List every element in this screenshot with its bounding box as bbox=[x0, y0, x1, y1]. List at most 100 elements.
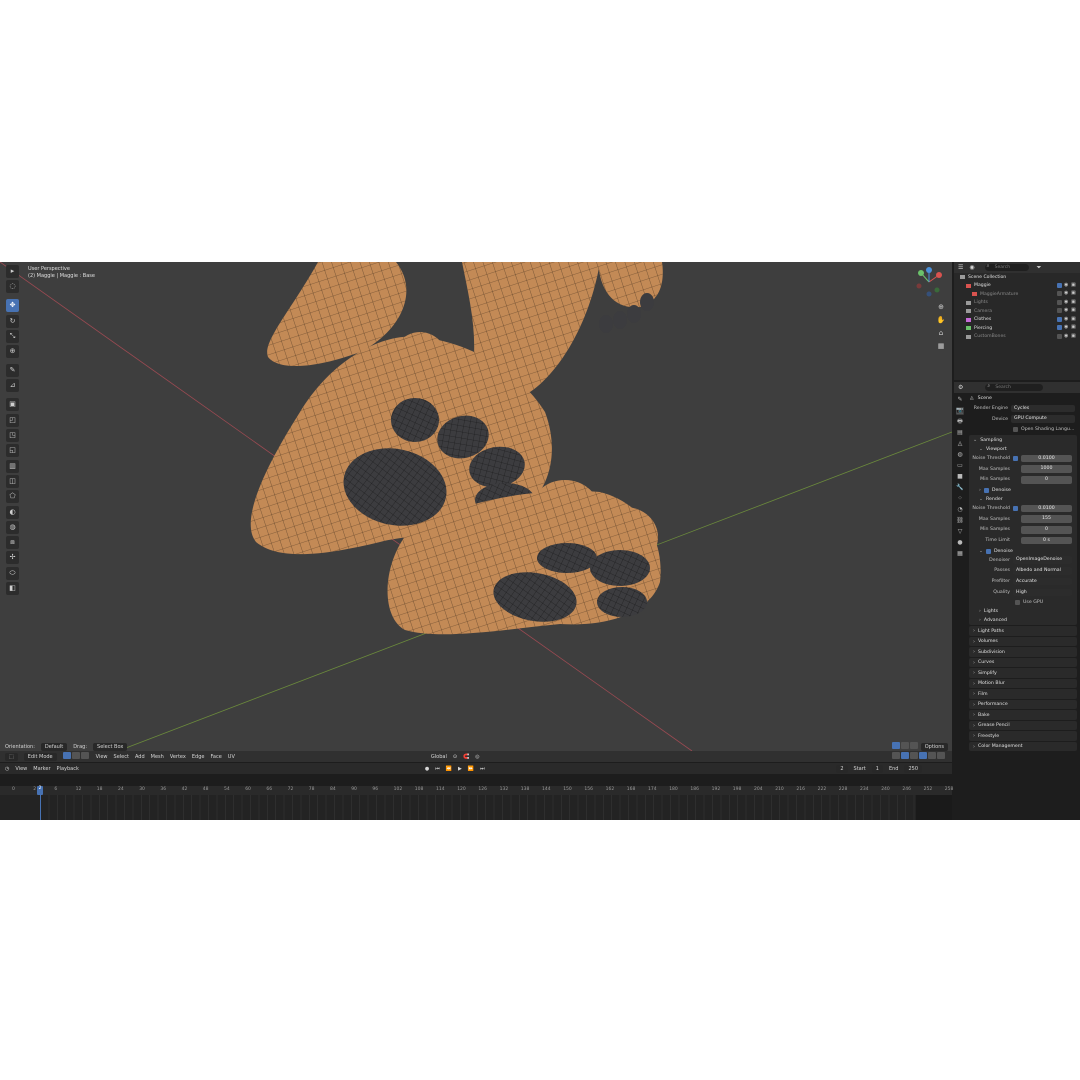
lights-subpanel[interactable]: Lights bbox=[969, 607, 1077, 616]
snap-icon[interactable]: 🧲 bbox=[463, 754, 469, 760]
frame-ruler[interactable]: 0 2 6 12 18 24 30 36 42 48 54 60 66 72 78 84 90 96 102 108 1… bbox=[0, 786, 953, 795]
constraints-tab-icon[interactable]: ⛓ bbox=[956, 517, 964, 525]
zoom-icon[interactable]: ⊕ bbox=[936, 302, 946, 312]
denoiser-dropdown[interactable]: OpenImageDenoise bbox=[1013, 556, 1072, 564]
property-panel-header[interactable]: Volumes bbox=[969, 637, 1077, 647]
vp-noise-checkbox[interactable] bbox=[1013, 455, 1018, 461]
drag-dropdown[interactable]: Select Box bbox=[93, 742, 128, 751]
shear-icon[interactable]: ⬭ bbox=[6, 566, 19, 580]
shrink-fatten-icon[interactable]: ✢ bbox=[6, 551, 19, 565]
property-panel-header[interactable]: Color Management bbox=[969, 742, 1077, 752]
sampling-panel-header[interactable]: Sampling bbox=[969, 435, 1077, 445]
spin-icon[interactable]: ◐ bbox=[6, 505, 19, 519]
render-visibility-icon[interactable]: ▣ bbox=[1071, 308, 1076, 313]
material-tab-icon[interactable]: ● bbox=[956, 539, 964, 547]
property-panel-header[interactable]: Motion Blur bbox=[969, 679, 1077, 689]
quality-dropdown[interactable]: High bbox=[1013, 588, 1072, 596]
device-dropdown[interactable]: GPU Compute bbox=[1011, 415, 1075, 423]
include-checkbox[interactable] bbox=[1057, 325, 1062, 330]
extrude-icon[interactable]: ◰ bbox=[6, 413, 19, 427]
r-denoise-subpanel[interactable]: Denoise bbox=[969, 547, 1077, 556]
menu-edge[interactable]: Edge bbox=[192, 754, 205, 760]
outliner-item[interactable]: Scene Collection bbox=[954, 273, 1080, 282]
material-shading-icon[interactable] bbox=[928, 752, 936, 759]
menu-uv[interactable]: UV bbox=[228, 754, 235, 760]
transform-icon[interactable]: ⊕ bbox=[6, 345, 19, 359]
options-dropdown[interactable]: Options bbox=[920, 742, 948, 751]
property-panel-header[interactable]: Subdivision bbox=[969, 647, 1077, 657]
menu-select[interactable]: Select bbox=[114, 754, 129, 760]
outliner-item[interactable]: CustomBones ◉ ▣ bbox=[954, 333, 1080, 342]
timeline-menu-playback[interactable]: Playback bbox=[57, 766, 79, 772]
outliner-item[interactable]: Piercing ◉ ▣ bbox=[954, 324, 1080, 333]
render-visibility-icon[interactable]: ▣ bbox=[1071, 282, 1076, 288]
timeline-area[interactable]: 0 2 6 12 18 24 30 36 42 48 54 60 66 72 78 84 90 96 102 108 1… bbox=[0, 786, 953, 820]
use-gpu-checkbox[interactable] bbox=[1015, 600, 1020, 606]
property-panel-header[interactable]: Bake bbox=[969, 710, 1077, 720]
r-time-field[interactable]: 0 s bbox=[1021, 536, 1072, 545]
add-cube-icon[interactable]: ▣ bbox=[6, 398, 19, 412]
perspective-toggle-icon[interactable]: ▦ bbox=[936, 341, 946, 351]
camera-view-icon[interactable]: ⌂ bbox=[936, 328, 946, 338]
eye-icon[interactable]: ◉ bbox=[1064, 282, 1069, 288]
object-tab-icon[interactable]: ■ bbox=[956, 473, 964, 481]
particles-tab-icon[interactable]: ⁘ bbox=[956, 495, 964, 503]
vp-denoise-subpanel[interactable]: Denoise bbox=[969, 486, 1077, 495]
annotate-icon[interactable]: ✎ bbox=[6, 364, 19, 378]
outliner-item[interactable]: Lights ◉ ▣ bbox=[954, 299, 1080, 308]
property-panel-header[interactable]: Performance bbox=[969, 700, 1077, 710]
proportional-icon[interactable]: ◎ bbox=[475, 754, 479, 760]
prefilter-dropdown[interactable]: Accurate bbox=[1013, 577, 1072, 586]
jump-end-icon[interactable]: ⏭ bbox=[480, 766, 485, 772]
current-frame-field[interactable]: 2 bbox=[836, 764, 848, 773]
property-panel-header[interactable]: Film bbox=[969, 689, 1077, 699]
include-checkbox[interactable] bbox=[1057, 282, 1062, 288]
world-tab-icon[interactable]: ◍ bbox=[956, 451, 964, 459]
collection-tab-icon[interactable]: ▭ bbox=[956, 462, 964, 470]
properties-search-input[interactable]: Search bbox=[985, 383, 1044, 391]
property-panel-header[interactable]: Freestyle bbox=[969, 731, 1077, 741]
cursor-icon[interactable]: ▸ bbox=[6, 265, 19, 278]
knife-icon[interactable]: ◫ bbox=[6, 474, 19, 488]
include-checkbox[interactable] bbox=[1057, 316, 1062, 322]
smooth-icon[interactable]: ◍ bbox=[6, 520, 19, 534]
render-engine-dropdown[interactable]: Cycles bbox=[1011, 404, 1075, 413]
editor-type-icon[interactable]: ⬚ bbox=[5, 752, 18, 761]
face-select-icon[interactable] bbox=[80, 752, 89, 759]
render-visibility-icon[interactable]: ▣ bbox=[1071, 291, 1076, 296]
viewport-subpanel-header[interactable]: Viewport bbox=[969, 445, 1077, 454]
include-checkbox[interactable] bbox=[1057, 291, 1062, 296]
playhead[interactable] bbox=[40, 795, 41, 820]
vp-min-field[interactable]: 0 bbox=[1021, 476, 1072, 484]
menu-face[interactable]: Face bbox=[210, 754, 221, 760]
properties-editor-icon[interactable]: ⚙ bbox=[958, 384, 963, 391]
vertex-select-icon[interactable] bbox=[62, 752, 71, 759]
osl-checkbox-row[interactable]: Open Shading Langu... bbox=[967, 425, 1080, 434]
pivot-icon[interactable]: ⊙ bbox=[453, 754, 457, 760]
menu-add[interactable]: Add bbox=[135, 754, 145, 760]
render-tab-icon[interactable]: 📷 bbox=[956, 407, 964, 415]
include-checkbox[interactable] bbox=[1057, 333, 1062, 339]
scene-tab-icon[interactable]: ◬ bbox=[956, 440, 964, 448]
property-panel-header[interactable]: Light Paths bbox=[969, 626, 1077, 636]
rendered-shading-icon[interactable] bbox=[937, 752, 945, 759]
property-panel-header[interactable]: Grease Pencil bbox=[969, 721, 1077, 731]
outliner-search-input[interactable]: Search bbox=[984, 263, 1029, 271]
vp-denoise-checkbox[interactable] bbox=[983, 487, 989, 493]
inset-icon[interactable]: ◳ bbox=[6, 429, 19, 443]
transform-orientation-dropdown[interactable]: Global bbox=[431, 754, 447, 760]
mode-dropdown[interactable]: Edit Mode bbox=[23, 752, 57, 761]
record-icon[interactable]: ● bbox=[425, 766, 429, 772]
clock-icon[interactable]: ◷ bbox=[5, 766, 9, 772]
measure-icon[interactable]: ⊿ bbox=[6, 379, 19, 393]
eye-icon[interactable]: ◉ bbox=[1064, 316, 1069, 322]
play-icon[interactable]: ▶ bbox=[458, 766, 462, 772]
pan-icon[interactable]: ✋ bbox=[936, 315, 946, 325]
outliner-editor-icon[interactable]: ☰ bbox=[958, 264, 963, 271]
outliner-item[interactable]: Clothes ◉ ▣ bbox=[954, 316, 1080, 325]
3d-viewport[interactable]: User Perspective (2) Maggie | Maggie : B… bbox=[0, 262, 952, 751]
render-visibility-icon[interactable]: ▣ bbox=[1071, 299, 1076, 305]
timeline-menu-view[interactable]: View bbox=[15, 766, 27, 772]
loop-cut-icon[interactable]: ▥ bbox=[6, 459, 19, 473]
menu-mesh[interactable]: Mesh bbox=[151, 754, 164, 760]
